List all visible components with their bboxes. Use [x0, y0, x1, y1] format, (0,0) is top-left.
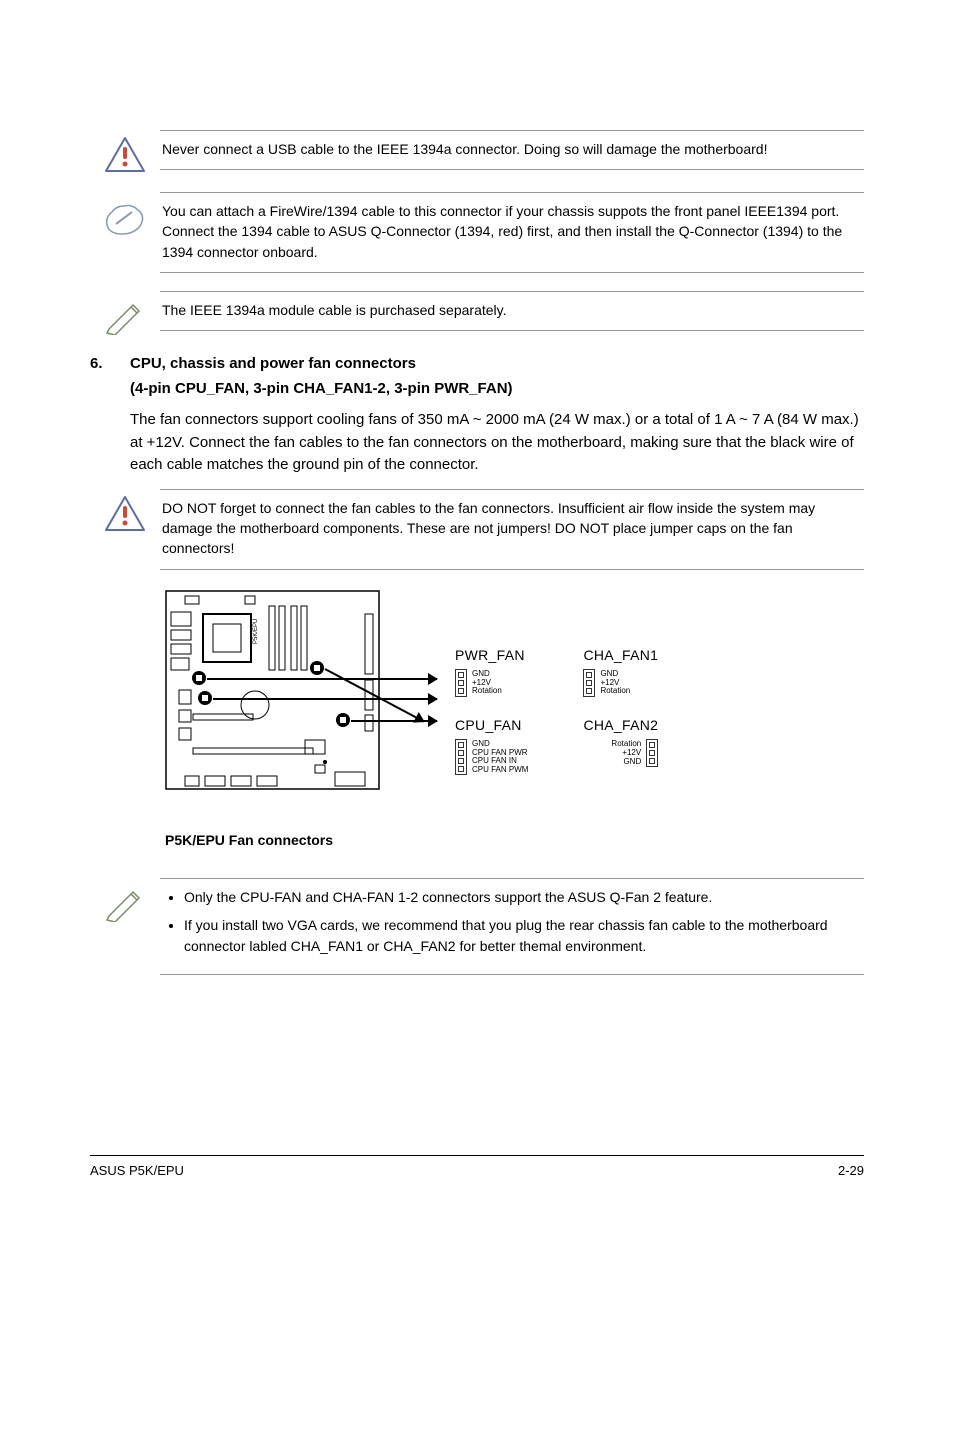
svg-text:P5K/EPU: P5K/EPU: [253, 618, 259, 643]
pin-header: CPU_FAN: [455, 715, 528, 735]
page-footer: ASUS P5K/EPU 2-29: [90, 1155, 864, 1181]
callout-text: You can attach a FireWire/1394 cable to …: [160, 192, 864, 273]
pin-cha-fan1: CHA_FAN1 GND +12V Rotation: [583, 645, 658, 697]
hand-icon: [90, 192, 160, 238]
callout-text: The IEEE 1394a module cable is purchased…: [160, 291, 864, 331]
caution-icon: [90, 489, 160, 533]
pin-cpu-fan: CPU_FAN GND CPU FAN PWR CPU FAN IN CPU F…: [455, 715, 528, 775]
callout-caution-fan: DO NOT forget to connect the fan cables …: [90, 489, 864, 570]
caution-icon: [90, 130, 160, 174]
callout-caution-usb: Never connect a USB cable to the IEEE 13…: [90, 130, 864, 174]
arrow-pwr-fan: [207, 678, 437, 680]
callout-note-qfan: Only the CPU-FAN and CHA-FAN 1-2 connect…: [90, 878, 864, 975]
notes-list: Only the CPU-FAN and CHA-FAN 1-2 connect…: [162, 887, 862, 956]
footer-left: ASUS P5K/EPU: [90, 1162, 184, 1181]
section-paragraph: The fan connectors support cooling fans …: [130, 409, 864, 477]
diagram-caption: P5K/EPU Fan connectors: [165, 830, 864, 850]
pencil-icon: [90, 291, 160, 335]
footer-right: 2-29: [838, 1162, 864, 1181]
pin-header: CHA_FAN1: [583, 645, 658, 665]
callout-text: DO NOT forget to connect the fan cables …: [160, 489, 864, 570]
section-subtitle: (4-pin CPU_FAN, 3-pin CHA_FAN1-2, 3-pin …: [130, 378, 864, 400]
arrow-cha-fan2: [351, 720, 437, 722]
motherboard-outline: P5K/EPU: [165, 590, 380, 790]
pencil-icon: [90, 878, 160, 922]
list-item: If you install two VGA cards, we recomme…: [184, 915, 862, 956]
list-item: Only the CPU-FAN and CHA-FAN 1-2 connect…: [184, 887, 862, 907]
pin-header: CHA_FAN2: [583, 715, 658, 735]
pin-header: PWR_FAN: [455, 645, 528, 665]
section-6: 6. CPU, chassis and power fan connectors…: [90, 353, 864, 483]
callout-text: Never connect a USB cable to the IEEE 13…: [160, 130, 864, 170]
callout-note-cable: The IEEE 1394a module cable is purchased…: [90, 291, 864, 335]
section-number: 6.: [90, 353, 130, 483]
pin-cha-fan2: CHA_FAN2 Rotation +12V GND: [583, 715, 658, 767]
section-title: CPU, chassis and power fan connectors: [130, 353, 864, 375]
fan-connector-diagram: P5K/EPU: [165, 590, 864, 820]
pin-pwr-fan: PWR_FAN GND +12V Rotation: [455, 645, 528, 697]
callout-info-firewire: You can attach a FireWire/1394 cable to …: [90, 192, 864, 273]
arrow-cha-fan1: [213, 698, 437, 700]
